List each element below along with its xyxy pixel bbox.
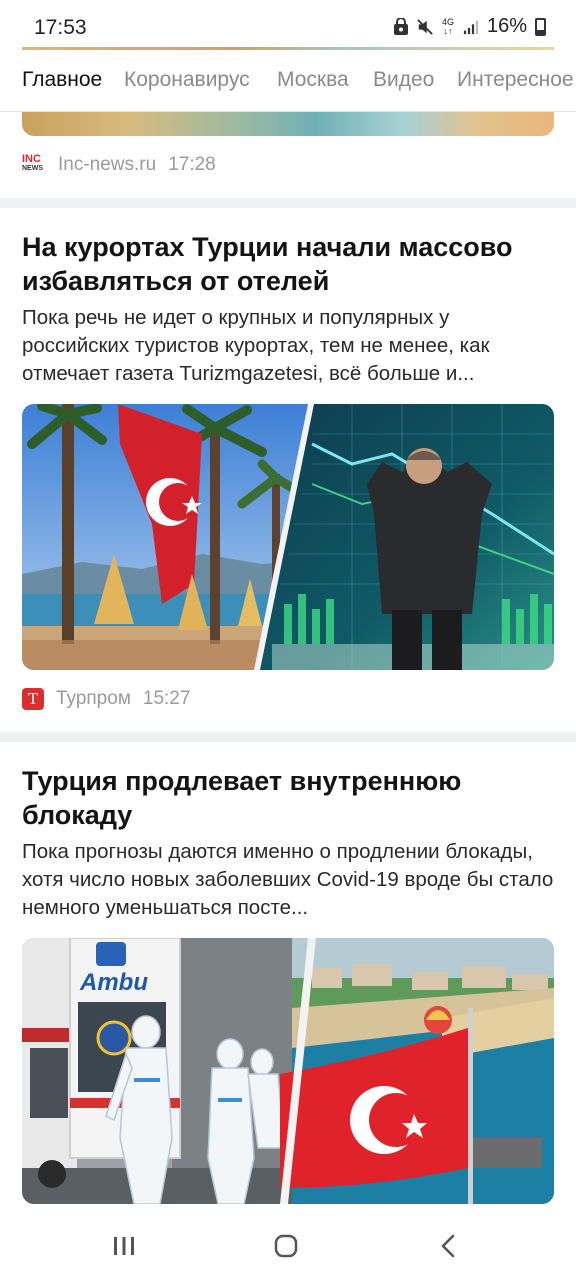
status-time: 17:53 [34, 16, 87, 39]
card-divider [0, 198, 576, 208]
card-divider [0, 732, 576, 742]
article-title[interactable]: На курортах Турции начали массово избавл… [22, 230, 554, 298]
inc-news-logo: INC NEWS [22, 153, 43, 173]
recent-apps-icon[interactable] [104, 1232, 144, 1260]
tab-video[interactable]: Видео [373, 68, 434, 92]
tab-interesting[interactable]: Интересное [457, 68, 574, 92]
turprom-logo: Т [22, 688, 44, 710]
article-snippet[interactable]: Пока прогнозы даются именно о продлении … [22, 838, 554, 922]
battery-icon [535, 17, 546, 36]
source-time: 15:27 [142, 688, 191, 709]
article-image[interactable]: Ambu [22, 938, 554, 1204]
article-snippet[interactable]: Пока речь не идет о крупных и популярных… [22, 304, 554, 388]
status-icons: 4G ↓↑ 16% [393, 15, 546, 38]
prev-article-image[interactable] [22, 112, 554, 136]
mute-icon [417, 18, 433, 35]
category-tabs: Главное Коронавирус Москва Видео Интерес… [0, 50, 576, 112]
signal-icon [463, 20, 479, 34]
source-name: Турпром [56, 688, 131, 709]
system-nav-bar [0, 1210, 576, 1280]
tab-coronavirus[interactable]: Коронавирус [124, 68, 250, 92]
source-time: 17:28 [168, 154, 216, 175]
tab-main[interactable]: Главное [22, 68, 102, 92]
vpn-key-icon [393, 17, 408, 35]
ambulance-text: Ambu [79, 969, 148, 996]
home-icon[interactable] [266, 1232, 306, 1260]
beach-crisis-illustration [22, 404, 554, 670]
status-bar: 17:53 4G ↓↑ 16% [0, 0, 576, 50]
battery-percent: 16% [486, 15, 527, 37]
prev-article-source[interactable]: INC NEWS Inc-news.ru 17:28 [22, 154, 216, 176]
back-icon[interactable] [428, 1232, 468, 1260]
network-type: 4G ↓↑ [441, 16, 454, 36]
article-source[interactable]: Т Турпром 15:27 [22, 688, 190, 710]
article-title[interactable]: Турция продлевает внутреннюю блокаду [22, 764, 554, 832]
source-name: Inc-news.ru [58, 154, 157, 175]
covid-turkey-illustration: Ambu [22, 938, 554, 1204]
tab-moscow[interactable]: Москва [277, 68, 349, 92]
article-image[interactable] [22, 404, 554, 670]
